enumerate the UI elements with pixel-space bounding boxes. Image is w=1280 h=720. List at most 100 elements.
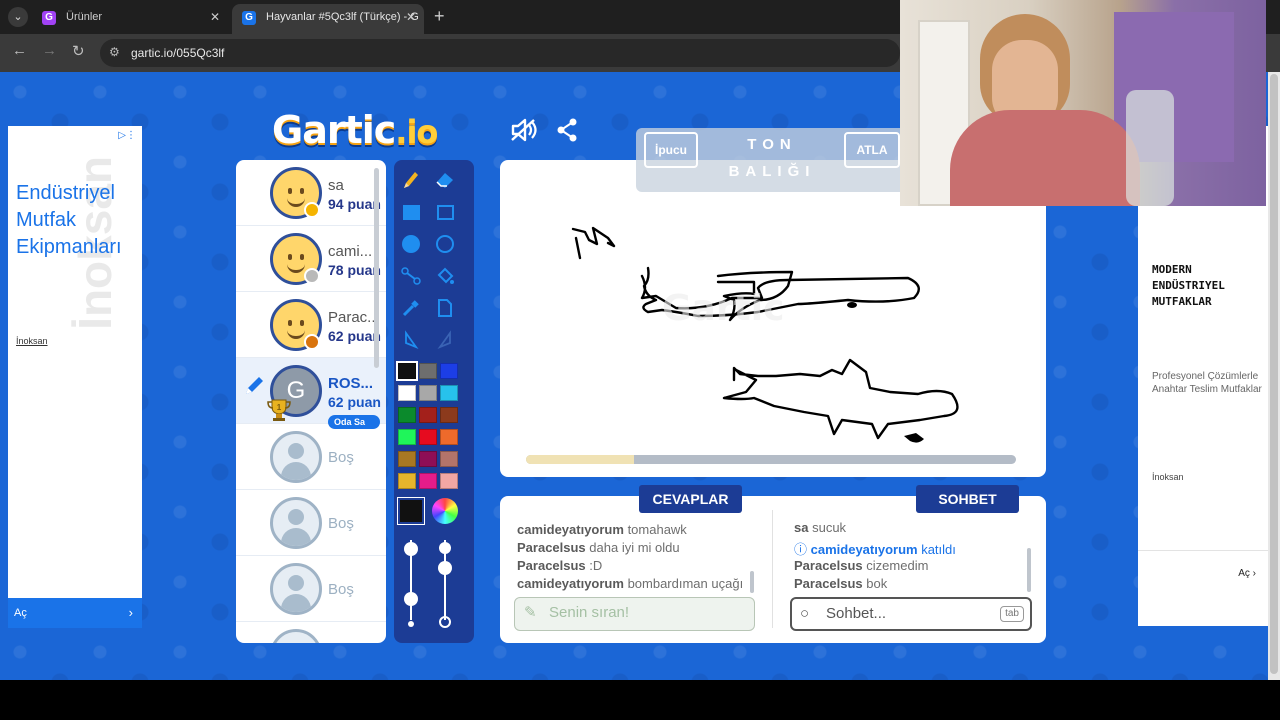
site-info-icon[interactable]: ⚙ (109, 45, 120, 59)
color-swatch[interactable] (419, 451, 437, 467)
color-swatch[interactable] (419, 407, 437, 423)
slider-handle[interactable] (404, 542, 418, 556)
line-tool-icon[interactable] (396, 262, 426, 290)
page-scrollbar[interactable] (1268, 72, 1280, 680)
color-swatch[interactable] (440, 385, 458, 401)
sound-off-icon[interactable] (510, 118, 538, 142)
info-icon: ⓘ (794, 542, 808, 557)
color-swatch[interactable] (419, 363, 437, 379)
fill-bucket-tool-icon[interactable] (430, 262, 460, 290)
new-tab-plus-icon[interactable]: + (434, 6, 445, 27)
tab-key-hint: tab (1000, 606, 1024, 622)
share-icon[interactable] (556, 118, 578, 142)
color-swatch[interactable] (398, 473, 416, 489)
small-brush-dot (408, 621, 414, 627)
chat-message: sa sucuk (794, 520, 847, 535)
player-row[interactable]: sa 94 puan (236, 160, 386, 226)
ad-cta-label: Aç (1238, 568, 1250, 579)
pencil-icon: ✎ (524, 604, 537, 621)
filled-circle-tool-icon[interactable] (396, 230, 426, 258)
chat-message: Paracelsus bok (794, 576, 888, 591)
svg-text:Gartic: Gartic (662, 288, 784, 329)
skip-button[interactable]: ATLA (844, 132, 900, 168)
color-swatch[interactable] (419, 429, 437, 445)
ad-headline[interactable]: Endüstriyel Mutfak Ekipmanları (16, 180, 140, 261)
word-line-2: BALIĞI (728, 163, 816, 180)
empty-slot-label: Boş (328, 449, 354, 466)
undo-icon[interactable] (396, 326, 426, 354)
webcam-overlay (900, 0, 1266, 206)
redo-icon[interactable] (430, 326, 460, 354)
player-score: 94 puan (328, 196, 381, 212)
browser-tab-urunler[interactable]: G Ürünler ✕ (32, 4, 228, 34)
ad-choices-icon[interactable]: ▷⋮ (118, 130, 136, 141)
player-list-scrollbar[interactable] (374, 168, 379, 368)
ad-open-button[interactable]: Aç › (8, 598, 142, 628)
color-swatch[interactable] (419, 385, 437, 401)
player-score: 78 puan (328, 262, 381, 278)
svg-text:1: 1 (277, 403, 282, 412)
filled-rectangle-tool-icon[interactable] (396, 198, 426, 226)
player-name: ROS... (328, 375, 374, 392)
status-dot (304, 334, 320, 350)
gartic-logo: Gartic.io (272, 108, 438, 152)
ad-brand[interactable]: İnoksan (16, 336, 48, 346)
current-color[interactable] (397, 497, 425, 525)
player-row[interactable]: cami... 78 puan (236, 226, 386, 292)
opacity-empty-icon (439, 616, 451, 628)
player-row[interactable]: Parac... 62 puan (236, 292, 386, 358)
color-wheel-icon[interactable] (432, 498, 458, 524)
gartic-favicon-icon: G (42, 11, 56, 25)
back-arrow-icon[interactable]: ← (12, 42, 27, 59)
color-swatch[interactable] (398, 385, 416, 401)
ad-open-button[interactable]: Aç › (1138, 550, 1268, 596)
color-swatch[interactable] (440, 451, 458, 467)
browser-tab-hayvanlar[interactable]: G Hayvanlar #5Qc3lf (Türkçe) - G ✕ (232, 4, 424, 34)
hint-button[interactable]: İpucu (644, 132, 698, 168)
drawing-pencil-icon (246, 377, 263, 394)
ad-brand[interactable]: İnoksan (1152, 472, 1184, 482)
chat-placeholder: Sohbet... (826, 605, 887, 622)
answers-scrollbar[interactable] (750, 571, 754, 593)
color-swatch[interactable] (398, 429, 416, 445)
eraser-tool-icon[interactable] (430, 166, 460, 194)
color-swatch[interactable] (419, 473, 437, 489)
empty-slot-label: Boş (328, 515, 354, 532)
url-field[interactable]: ⚙ gartic.io/055Qc3lf (100, 39, 900, 67)
clear-page-icon[interactable] (430, 294, 460, 322)
chat-input[interactable]: ○ Sohbet... tab (790, 597, 1032, 631)
rectangle-outline-tool-icon[interactable] (430, 198, 460, 226)
empty-avatar (270, 563, 322, 615)
chat-scrollbar[interactable] (1027, 548, 1031, 592)
forward-arrow-icon[interactable]: → (42, 42, 57, 59)
color-swatch[interactable] (440, 407, 458, 423)
ad-left-banner[interactable]: ▷⋮ İnoksan Endüstriyel Mutfak Ekipmanlar… (8, 126, 142, 628)
circle-outline-tool-icon[interactable] (430, 230, 460, 258)
ad-subtext: Profesyonel Çözümlerle Anahtar Teslim Mu… (1152, 371, 1262, 395)
slider-handle[interactable] (404, 592, 418, 606)
color-swatch[interactable] (396, 361, 418, 381)
tab-answers[interactable]: CEVAPLAR (639, 485, 742, 513)
tab-chat[interactable]: SOHBET (916, 485, 1019, 513)
eyedropper-tool-icon[interactable] (396, 294, 426, 322)
color-swatch[interactable] (398, 451, 416, 467)
pencil-tool-icon[interactable] (396, 166, 426, 194)
player-list[interactable]: sa 94 puan cami... 78 puan Parac... 62 p… (236, 160, 386, 643)
ad-headline[interactable]: MODERN ENDÜSTRIYEL MUTFAKLAR (1152, 262, 1262, 310)
answer-placeholder: Senin sıran! (549, 604, 630, 621)
slider-handle[interactable] (439, 542, 451, 554)
color-swatch[interactable] (440, 363, 458, 379)
answer-input[interactable]: ✎ Senin sıran! (514, 597, 755, 631)
ad-cta-label: Aç (14, 607, 27, 619)
close-tab-icon[interactable]: ✕ (406, 4, 416, 30)
close-tab-icon[interactable]: ✕ (210, 4, 220, 30)
slider-handle[interactable] (438, 561, 452, 575)
reload-icon[interactable]: ↻ (72, 42, 85, 60)
color-swatch[interactable] (398, 407, 416, 423)
color-swatch[interactable] (440, 429, 458, 445)
empty-slot: Boş (236, 490, 386, 556)
player-name: Parac... (328, 309, 380, 326)
tab-search-chevron-icon[interactable]: ⌄ (8, 7, 28, 27)
drawing-canvas[interactable]: Gartic (500, 160, 1046, 477)
color-swatch[interactable] (440, 473, 458, 489)
